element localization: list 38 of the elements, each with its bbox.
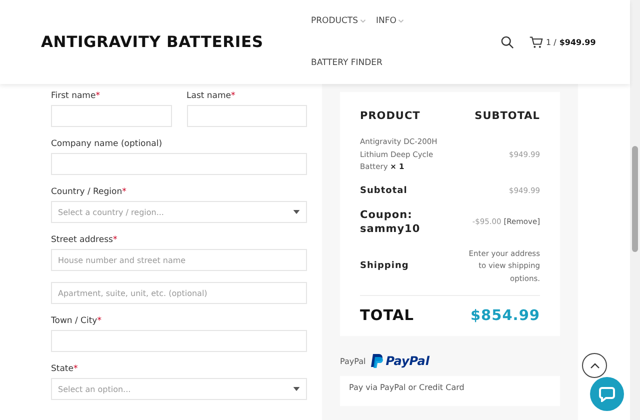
chat-bubble-icon [599,386,615,402]
payment-method-label[interactable]: PayPal [340,356,366,366]
field-label: Street address* [51,234,118,247]
payment-description: Pay via PayPal or Credit Card [340,376,560,406]
input-field[interactable]: House number and street name [51,249,307,271]
input-field[interactable] [51,105,172,127]
input-field[interactable]: Apartment, suite, unit, etc. (optional) [51,282,307,304]
search-icon[interactable] [501,36,514,48]
logo[interactable]: ANTIGRAVITY BATTERIES [41,33,311,51]
input-field[interactable] [51,153,307,175]
field-label: Country / Region* [51,186,128,199]
column-header: SUBTOTAL [474,110,540,122]
field-label: Company name (optional) [51,138,164,151]
nav-link[interactable]: INFO [376,10,404,32]
total-label: TOTAL [360,308,414,324]
paypal-p-icon [370,354,383,368]
dropdown-arrow-icon [293,210,300,214]
cart-total[interactable]: $949.99 [559,38,596,46]
cart-count[interactable]: 1 / [546,38,556,46]
nav-link[interactable]: PRODUCTS [311,10,366,32]
column-header: PRODUCT [360,110,420,122]
field-label: Last name* [186,90,236,103]
field-label: Town / City* [51,315,102,328]
input-field[interactable] [51,330,307,352]
cart-icon[interactable] [529,36,543,48]
field-label: First name* [51,90,101,103]
total-value: $854.99 [470,308,540,324]
scrollbar[interactable] [630,0,640,420]
scroll-to-top-button[interactable] [582,353,607,378]
chevron-up-icon [590,362,600,368]
input-field[interactable] [186,105,307,127]
shipping-label: Shipping [360,261,409,272]
paypal-logo: PayPal [386,354,430,368]
nav-link[interactable]: BATTERY FINDER [311,52,382,74]
field-label: State* [51,363,79,376]
dropdown-arrow-icon [293,387,300,391]
subtotal-label: Subtotal [360,186,408,196]
coupon-label: Coupon: sammy10 [360,208,422,236]
